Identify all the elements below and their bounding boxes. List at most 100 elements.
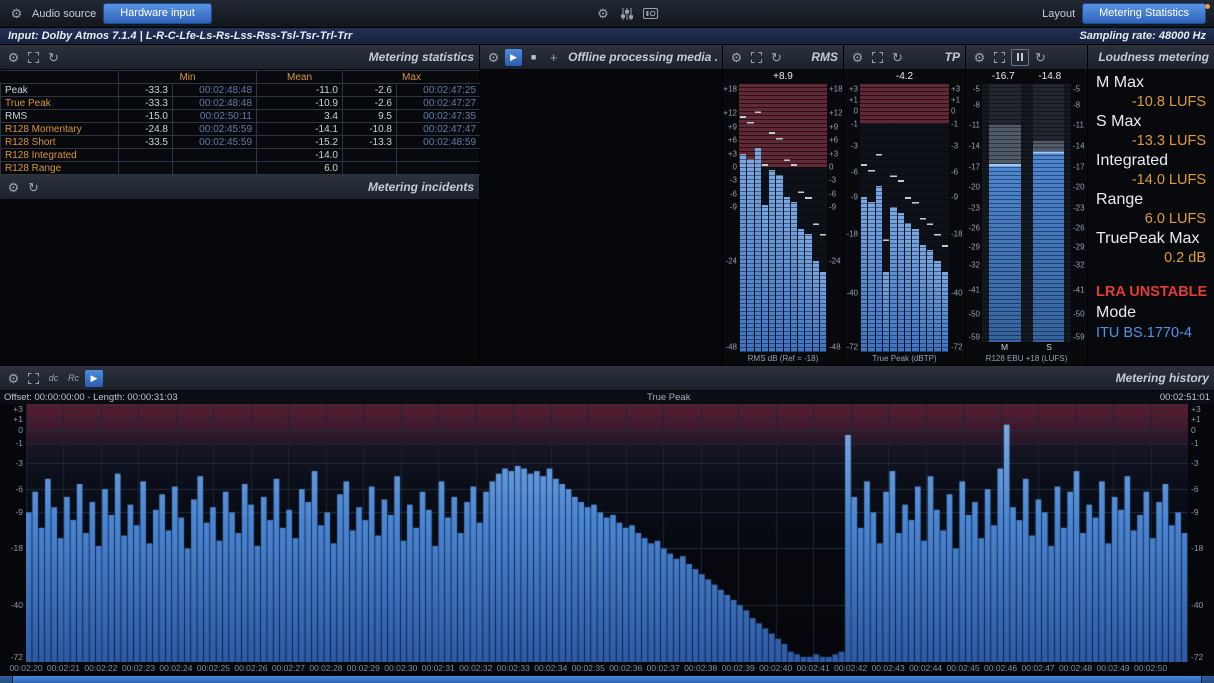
stats-row: RMS-15.000:02:50:113.49.500:02:47:35 — [1, 110, 481, 123]
expand-icon[interactable] — [748, 49, 765, 66]
io-monitor-icon[interactable] — [642, 5, 659, 22]
add-media-button[interactable]: + — [545, 49, 562, 66]
rms-meter-track — [739, 84, 827, 352]
history-scrollbar[interactable] — [0, 676, 1214, 683]
r128-channel-labels: M S — [966, 342, 1087, 352]
r128-meter-body: -5-8-11-14-17-20-23-26-29-32-41-50-59 -5… — [966, 83, 1087, 342]
gear-icon[interactable]: ⚙ — [849, 49, 866, 66]
time-axis-label: 00:02:26 — [234, 663, 267, 673]
scale-tick: 0 — [1191, 425, 1214, 435]
meter-fill — [934, 261, 940, 352]
peak-hold-mark — [934, 234, 940, 236]
time-axis-label: 00:02:38 — [684, 663, 717, 673]
incidents-header: ⚙ ↻ Metering incidents — [0, 175, 479, 200]
gear-icon[interactable]: ⚙ — [728, 49, 745, 66]
scale-tick: -72 — [951, 342, 965, 351]
meter-fill — [740, 154, 746, 352]
refresh-icon[interactable]: ↻ — [45, 49, 62, 66]
meter-fill — [747, 159, 753, 352]
mode-label: Mode — [1096, 302, 1208, 324]
meter-fill — [920, 245, 926, 352]
stop-button[interactable]: ■ — [525, 49, 542, 66]
time-axis-label: 00:02:40 — [759, 663, 792, 673]
stats-cell: 00:02:48:48 — [173, 97, 257, 110]
hardware-input-button[interactable]: Hardware input — [103, 3, 212, 23]
history-chart-area[interactable] — [26, 404, 1188, 662]
scale-tick: -9 — [1191, 507, 1214, 517]
play-button[interactable]: ▶ — [505, 49, 522, 66]
r128-s-label: S — [1046, 342, 1052, 352]
scale-tick: 0 — [723, 163, 737, 172]
scale-tick: -6 — [844, 168, 858, 177]
peak-hold-mark — [912, 202, 918, 204]
info-bar: Input: Dolby Atmos 7.1.4 | L-R-C-Lfe-Ls-… — [0, 28, 1214, 45]
scale-tick: -59 — [1073, 332, 1087, 341]
scale-tick: -40 — [844, 289, 858, 298]
scrollbar-right-arrow[interactable] — [1201, 676, 1214, 683]
scale-tick: -72 — [844, 342, 858, 351]
refresh-icon[interactable]: ↻ — [1032, 49, 1049, 66]
scale-tick: +18 — [723, 85, 737, 94]
meter-fill — [791, 202, 797, 352]
scale-tick: -23 — [1073, 203, 1087, 212]
meter-channel-bar — [920, 84, 926, 352]
rms-caption: RMS dB (Ref = -18) — [723, 352, 843, 365]
layout-button[interactable]: Layout — [1042, 8, 1075, 20]
expand-icon[interactable] — [25, 370, 42, 387]
audio-settings-gear-icon[interactable]: ⚙ — [8, 5, 25, 22]
scrollbar-thumb[interactable] — [13, 676, 1201, 683]
scale-tick: -18 — [844, 230, 858, 239]
rc-scale-toggle-icon[interactable]: Rc — [65, 370, 82, 387]
history-offset-length: Offset: 00:00:00:00 - Length: 00:00:31:0… — [4, 392, 178, 403]
time-axis-label: 00:02:30 — [384, 663, 417, 673]
time-axis-label: 00:02:20 — [9, 663, 42, 673]
r128-readouts: -16.7 -14.8 — [966, 70, 1087, 83]
expand-icon[interactable] — [25, 49, 42, 66]
peak-hold-mark — [762, 164, 768, 166]
gear-icon[interactable]: ⚙ — [5, 370, 22, 387]
pause-button[interactable] — [1011, 49, 1029, 66]
offline-header: ⚙ ▶ ■ + Offline processing media ... — [480, 45, 722, 70]
peak-hold-mark — [920, 218, 926, 220]
gear-icon[interactable]: ⚙ — [485, 49, 502, 66]
routing-sliders-icon[interactable] — [618, 5, 635, 22]
history-play-button[interactable]: ▶ — [85, 370, 103, 387]
time-axis-label: 00:02:35 — [572, 663, 605, 673]
settings-gear-icon[interactable]: ⚙ — [594, 5, 611, 22]
time-axis-label: 00:02:49 — [1096, 663, 1129, 673]
stats-cell — [397, 149, 481, 162]
stats-cell: 00:02:45:59 — [173, 123, 257, 136]
peak-hold-mark — [791, 164, 797, 166]
scale-tick: -6 — [829, 189, 843, 198]
scale-tick: -24 — [723, 256, 737, 265]
stats-cell — [343, 162, 397, 175]
time-axis-label: 00:02:48 — [1059, 663, 1092, 673]
scale-tick: -18 — [951, 230, 965, 239]
scale-tick: -20 — [1073, 183, 1087, 192]
meter-fill — [820, 272, 826, 352]
scale-tick: -32 — [1073, 260, 1087, 269]
tp-max-readout: -4.2 — [844, 70, 965, 83]
dc-scale-toggle-icon[interactable]: dc — [45, 370, 62, 387]
panel-title: Metering history — [1116, 371, 1209, 385]
metering-statistics-button[interactable]: Metering Statistics — [1082, 3, 1206, 23]
peak-hold-mark — [942, 245, 948, 247]
peak-hold-mark — [905, 197, 911, 199]
scale-tick: -3 — [844, 141, 858, 150]
history-time-labels: 00:02:2000:02:2100:02:2200:02:2300:02:24… — [26, 662, 1188, 676]
expand-icon[interactable] — [869, 49, 886, 66]
gear-icon[interactable]: ⚙ — [971, 49, 988, 66]
scrollbar-left-arrow[interactable] — [0, 676, 13, 683]
scale-tick: -9 — [951, 192, 965, 201]
gear-icon[interactable]: ⚙ — [5, 179, 22, 196]
max-hold-block — [989, 125, 1021, 164]
gear-icon[interactable]: ⚙ — [5, 49, 22, 66]
refresh-icon[interactable]: ↻ — [768, 49, 785, 66]
meter-channel-bar — [813, 84, 819, 352]
refresh-icon[interactable]: ↻ — [889, 49, 906, 66]
refresh-icon[interactable]: ↻ — [25, 179, 42, 196]
scale-tick: -1 — [951, 120, 965, 129]
scale-tick: -6 — [1191, 484, 1214, 494]
meter-fill — [784, 197, 790, 352]
expand-icon[interactable] — [991, 49, 1008, 66]
